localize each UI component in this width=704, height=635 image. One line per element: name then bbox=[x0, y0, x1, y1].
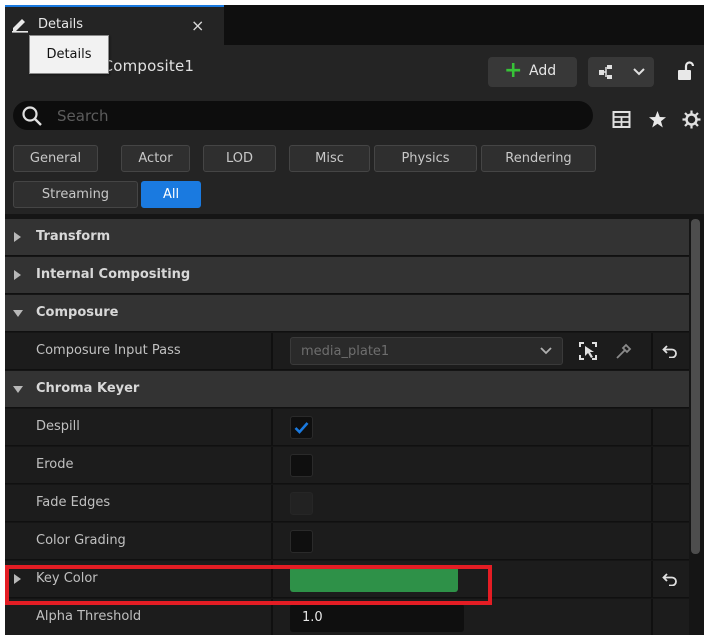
category-composure[interactable]: Composure bbox=[5, 295, 689, 332]
category-label: Chroma Keyer bbox=[36, 381, 140, 396]
fade-edges-checkbox[interactable] bbox=[290, 492, 313, 515]
reset-arrow-icon[interactable] bbox=[662, 344, 678, 358]
reset-column bbox=[651, 447, 653, 484]
column-divider[interactable] bbox=[271, 485, 273, 522]
property-label: Fade Edges bbox=[36, 495, 111, 510]
reset-column bbox=[651, 485, 653, 522]
category-transform[interactable]: Transform bbox=[5, 219, 689, 256]
property-key-color: Key Color bbox=[5, 561, 689, 598]
search-icon bbox=[22, 106, 42, 126]
filter-all[interactable]: All bbox=[141, 181, 201, 208]
category-chroma-keyer[interactable]: Chroma Keyer bbox=[5, 371, 689, 408]
property-list: Transform Internal Compositing Composure… bbox=[5, 214, 704, 635]
search-row bbox=[5, 97, 704, 141]
gear-icon[interactable] bbox=[682, 110, 701, 129]
column-divider[interactable] bbox=[271, 523, 273, 560]
blueprint-button[interactable] bbox=[588, 57, 654, 87]
filter-rendering[interactable]: Rendering bbox=[481, 145, 596, 172]
property-label: Color Grading bbox=[36, 533, 126, 548]
expand-arrow-icon bbox=[14, 270, 21, 280]
dropdown-value: media_plate1 bbox=[301, 344, 390, 359]
tooltip: Details bbox=[29, 35, 109, 74]
chevron-down-icon bbox=[633, 68, 645, 76]
details-pencil-icon bbox=[12, 19, 28, 33]
property-fade-edges: Fade Edges bbox=[5, 485, 689, 522]
collapse-arrow-icon bbox=[13, 310, 23, 317]
column-divider[interactable] bbox=[271, 599, 273, 635]
filter-streaming[interactable]: Streaming bbox=[13, 181, 138, 208]
collapse-arrow-icon bbox=[13, 386, 23, 393]
search-box[interactable] bbox=[13, 101, 593, 130]
search-input[interactable] bbox=[57, 105, 577, 126]
property-label: Key Color bbox=[36, 571, 98, 586]
category-label: Transform bbox=[36, 229, 111, 244]
category-filters: General Actor LOD Misc Physics Rendering… bbox=[5, 141, 704, 214]
despill-checkbox[interactable] bbox=[290, 416, 313, 439]
pick-actor-icon[interactable] bbox=[578, 341, 598, 361]
object-header: gerComposite1 + Add bbox=[5, 45, 704, 97]
filter-physics[interactable]: Physics bbox=[374, 145, 477, 172]
eyedropper-icon[interactable] bbox=[614, 341, 634, 361]
reset-column bbox=[651, 333, 653, 370]
column-divider[interactable] bbox=[271, 409, 273, 446]
column-divider[interactable] bbox=[271, 447, 273, 484]
alpha-threshold-value: 1.0 bbox=[302, 610, 323, 625]
add-label: Add bbox=[529, 63, 557, 79]
chevron-down-icon bbox=[540, 347, 552, 355]
category-internal-compositing[interactable]: Internal Compositing bbox=[5, 257, 689, 294]
column-divider[interactable] bbox=[271, 333, 273, 370]
property-composure-input-pass: Composure Input Pass media_plate1 bbox=[5, 333, 689, 370]
property-label: Despill bbox=[36, 419, 80, 434]
close-icon[interactable]: × bbox=[191, 16, 204, 35]
reset-column bbox=[651, 523, 653, 560]
column-divider[interactable] bbox=[271, 561, 273, 598]
alpha-threshold-field[interactable]: 1.0 bbox=[290, 604, 464, 632]
key-color-swatch[interactable] bbox=[290, 565, 458, 592]
expand-arrow-icon[interactable] bbox=[14, 574, 21, 584]
property-label: Erode bbox=[36, 457, 74, 472]
property-color-grading: Color Grading bbox=[5, 523, 689, 560]
scrollbar-thumb[interactable] bbox=[691, 219, 700, 554]
table-icon[interactable] bbox=[612, 110, 631, 129]
property-erode: Erode bbox=[5, 447, 689, 484]
input-pass-dropdown[interactable]: media_plate1 bbox=[290, 337, 563, 365]
blueprint-icon bbox=[599, 65, 612, 79]
filter-general[interactable]: General bbox=[13, 145, 98, 172]
property-alpha-threshold: Alpha Threshold 1.0 bbox=[5, 599, 689, 635]
filter-lod[interactable]: LOD bbox=[203, 145, 276, 172]
filter-actor[interactable]: Actor bbox=[121, 145, 190, 172]
category-label: Internal Compositing bbox=[36, 267, 191, 282]
reset-column bbox=[651, 409, 653, 446]
details-panel: Details × Details gerComposite1 + Add Se… bbox=[5, 5, 704, 635]
tab-title: Details bbox=[38, 17, 84, 32]
add-button[interactable]: + Add bbox=[488, 57, 577, 87]
tab-strip: Details × bbox=[5, 5, 704, 45]
expand-arrow-icon bbox=[14, 232, 21, 242]
plus-icon: + bbox=[504, 58, 523, 83]
lock-icon[interactable] bbox=[677, 61, 695, 81]
erode-checkbox[interactable] bbox=[290, 454, 313, 477]
property-label: Composure Input Pass bbox=[36, 343, 181, 358]
reset-column bbox=[651, 561, 653, 598]
filter-misc[interactable]: Misc bbox=[289, 145, 370, 172]
star-icon[interactable] bbox=[648, 110, 667, 129]
reset-arrow-icon[interactable] bbox=[662, 572, 678, 586]
checkmark-icon bbox=[294, 422, 309, 434]
color-grading-checkbox[interactable] bbox=[290, 530, 313, 553]
category-label: Composure bbox=[36, 305, 119, 320]
reset-column bbox=[651, 599, 653, 635]
property-label: Alpha Threshold bbox=[36, 609, 142, 624]
property-despill: Despill bbox=[5, 409, 689, 446]
